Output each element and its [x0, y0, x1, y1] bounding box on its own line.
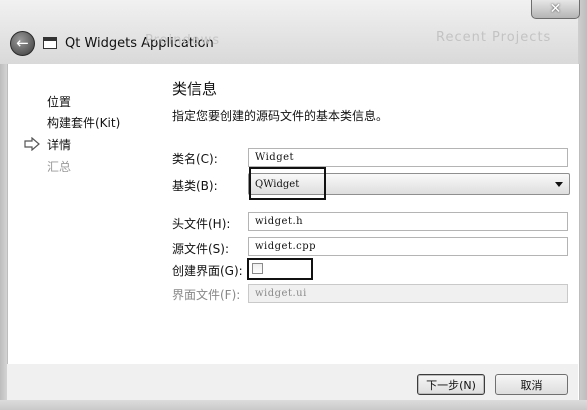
class-name-label: 类名(C):: [172, 152, 218, 166]
window-frame-left: [0, 64, 7, 400]
back-button[interactable]: ←: [10, 31, 35, 56]
sidebar-item-summary: 汇总: [47, 160, 72, 174]
sidebar-item-details: 详情: [47, 138, 72, 152]
create-form-highlight-box: [247, 258, 313, 280]
close-button[interactable]: ✕: [531, 0, 580, 19]
application-window-icon: [43, 37, 57, 49]
source-file-input[interactable]: widget.cpp: [248, 237, 568, 256]
class-name-input[interactable]: Widget: [248, 148, 568, 167]
window-frame-bottom: [0, 400, 587, 410]
sidebar-item-location: 位置: [47, 95, 72, 109]
source-file-label: 源文件(S):: [172, 242, 230, 256]
button-bar: [7, 364, 578, 400]
current-step-arrow-icon: [24, 137, 40, 151]
background-recent-projects-text: Recent Projects: [436, 30, 552, 45]
form-file-input[interactable]: widget.ui: [248, 284, 568, 303]
create-form-label: 创建界面(G):: [172, 264, 243, 278]
next-button[interactable]: 下一步(N): [417, 374, 485, 395]
page-title: 类信息: [172, 80, 218, 98]
background-window-text: Proindows: [145, 33, 221, 48]
dropdown-arrow-icon: [555, 182, 563, 187]
form-file-label: 界面文件(F):: [172, 288, 241, 302]
header-file-label: 头文件(H):: [172, 217, 231, 231]
header-file-input[interactable]: widget.h: [248, 212, 568, 231]
sidebar-item-kit: 构建套件(Kit): [47, 116, 121, 130]
page-description: 指定您要创建的源码文件的基本类信息。: [172, 109, 389, 123]
base-class-label: 基类(B):: [172, 179, 218, 193]
back-arrow-icon: ←: [16, 34, 29, 52]
cancel-button[interactable]: 取消: [495, 374, 568, 395]
base-class-highlight-box: [249, 167, 326, 200]
